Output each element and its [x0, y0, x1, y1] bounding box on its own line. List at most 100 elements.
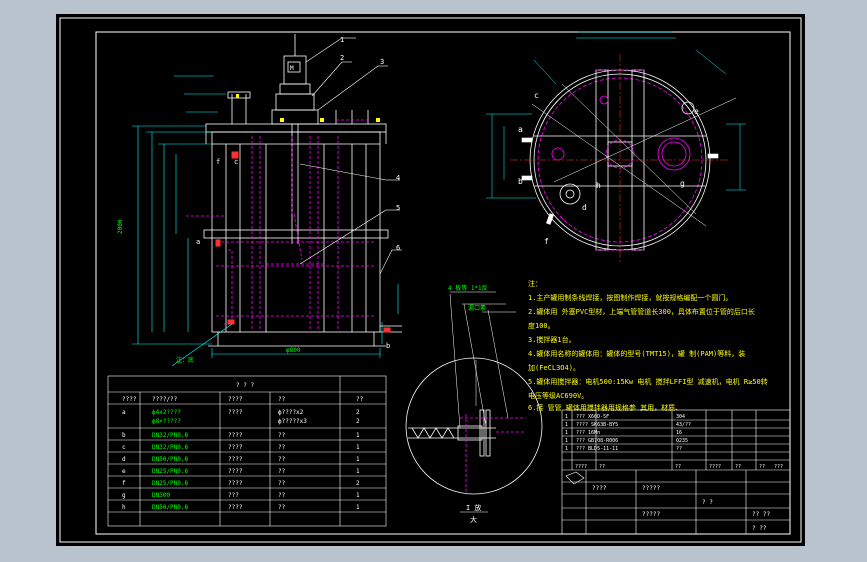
- nozzle-table-cell: c: [122, 444, 126, 451]
- nozzle-table-cell: DN50/PN0.6: [152, 456, 189, 463]
- parts-list-cell: ??? GB708-R006: [576, 438, 618, 444]
- nozzle-table-header: ????/??: [152, 396, 178, 403]
- nozzle-table-text: ? ? ????? ????/???????? ?? a ф4x2???? ф8×????…: [122, 382, 364, 511]
- elevation-dimensions: [132, 75, 399, 367]
- detail-view: [405, 291, 543, 513]
- title-block-text: ???? ????? ? ? ????? ?? ?? ? ??: [592, 485, 770, 532]
- nozzle-table-cell: 1: [356, 468, 360, 475]
- notes-line-7: 5.罐体用搅拌器：电机500:15Kw 电机 搅拌LFFI型 减速机，电机 R≥…: [528, 377, 768, 386]
- parts-list-cell: ???? SK63B-BY5: [576, 422, 618, 428]
- parts-list-footer: ???: [774, 464, 783, 470]
- nozzle-table-cell: DN32/PN0.6: [152, 432, 189, 439]
- top-label-e: e: [694, 107, 699, 116]
- nozzle-table-header: ??: [356, 396, 364, 403]
- nozzle-table-cell: ????: [228, 432, 243, 439]
- nozzle-table-cell: g: [122, 492, 126, 499]
- detail-subtitle: 大: [470, 515, 477, 524]
- nozzle-a-label: a: [196, 238, 200, 246]
- nozzle-table-cell: ????: [228, 468, 243, 475]
- parts-list-cell: 1: [565, 430, 568, 436]
- detail-header-1: 4 板等 1*1反: [448, 284, 488, 292]
- nozzle-table-cell: DN25/PN0.6: [152, 480, 189, 487]
- nozzle-table-cell: b: [122, 432, 126, 439]
- top-view: [510, 54, 737, 264]
- nozzle-table-cell: ??: [278, 432, 286, 439]
- nozzle-table-cell: e: [122, 468, 126, 475]
- notes-line-4: 3.搅拌器1台。: [528, 335, 576, 344]
- parts-list-footer: ??: [735, 464, 741, 470]
- item-4-label: 4: [396, 174, 400, 182]
- nozzle-table-cell: ф8×?????: [152, 418, 181, 425]
- nozzle-table-cell: ??: [278, 468, 286, 475]
- nozzle-table-cell: DN50/PN0.6: [152, 504, 189, 511]
- notes-line-9: 6.接 管管 罐体用搅拌器用规格参 其用，材质、: [528, 403, 682, 412]
- parts-list-cell: 1: [565, 438, 568, 444]
- item-2-label: 2: [340, 54, 344, 62]
- dim-label-foot: 注：底: [176, 356, 194, 364]
- item-1-label: 1: [340, 36, 344, 44]
- top-label-h: h: [596, 181, 601, 190]
- nozzle-table-cell: ??: [278, 444, 286, 451]
- title-cell-5: ?? ??: [752, 511, 770, 518]
- inner-frame: [95, 31, 791, 535]
- top-label-c: c: [534, 91, 539, 100]
- parts-list-footer: ????: [709, 464, 721, 470]
- notes-line-8: 电压等级AC690V。: [528, 391, 588, 400]
- nozzle-table-cell: f: [122, 480, 126, 487]
- nozzle-table-cell: 2: [356, 480, 360, 487]
- nozzle-table-cell: a: [122, 409, 126, 416]
- nozzle-table: [107, 375, 387, 527]
- parts-list-cell: 304: [676, 414, 685, 420]
- dim-label-height: 2000: [117, 219, 124, 234]
- item-3-label: 3: [380, 58, 384, 66]
- nozzle-table-cell: ????: [228, 480, 243, 487]
- elevation-leaders: [299, 37, 402, 275]
- yellow-markers: [236, 94, 380, 122]
- nozzle-table-cell: h: [122, 504, 126, 511]
- nozzle-table-cell: DN25/PN0.6: [152, 468, 189, 475]
- nozzle-table-cell: DN32/PN0.6: [152, 444, 189, 451]
- title-cell-4: ?????: [642, 511, 660, 518]
- nozzle-table-cell: ф4x2????: [152, 409, 181, 416]
- notes-line-6: 加(FeCL3O4)。: [528, 363, 580, 372]
- nozzle-table-header: ??: [278, 396, 286, 403]
- nozzle-table-cell: ??: [278, 456, 286, 463]
- elevation-hidden-lines: [186, 119, 376, 330]
- dim-label-width: φ800: [286, 347, 301, 354]
- top-label-f: f: [544, 237, 549, 246]
- parts-list-text: 1 ??? X60D-5F 304 1 ???? SK63B-BY5 43/?? 1 ??? …: [565, 414, 783, 470]
- nozzle-table-header: ????: [122, 396, 137, 403]
- detail-title: I 放: [466, 503, 481, 512]
- parts-list-footer: ????: [575, 464, 587, 470]
- title-cell-2: ?????: [642, 485, 660, 492]
- nozzle-table-cell: ??: [278, 480, 286, 487]
- nozzle-table-cell: ????: [228, 504, 243, 511]
- nozzle-table-title: ? ? ?: [236, 382, 254, 389]
- top-label-b: b: [518, 177, 523, 186]
- nozzle-table-cell: DN300: [152, 492, 170, 499]
- parts-list-cell: 16: [676, 430, 682, 436]
- top-label-g: g: [680, 179, 685, 188]
- technical-notes: 注： 1.主产罐用制条线焊接，按图制作焊接，就按规格编配一个圆门。 2.罐体用 …: [528, 279, 768, 412]
- nozzle-table-cell: 2: [356, 418, 360, 425]
- parts-list-cell: ??: [676, 446, 682, 452]
- nozzle-table-cell: ??: [278, 504, 286, 511]
- nozzle-table-cell: ????: [228, 444, 243, 451]
- notes-line-3: 度100。: [528, 321, 555, 330]
- nozzle-table-cell: 1: [356, 492, 360, 499]
- parts-list-cell: ??? X60D-5F: [576, 414, 609, 420]
- nozzle-table-cell: ф????x2: [278, 409, 304, 416]
- nozzle-table-header: ????: [228, 396, 243, 403]
- parts-list-cell: 43/??: [676, 422, 691, 428]
- top-label-a: a: [518, 125, 523, 134]
- notes-line-5: 4.罐体用名称的罐体用：罐体的型号(TMT15)，罐 制(PAM)等料，装: [528, 349, 745, 358]
- nozzle-table-cell: ??: [278, 492, 286, 499]
- title-cell-1: ????: [592, 485, 607, 492]
- cad-drawing: M 2000 φ800 注：底 1 2 3 4 5 6 a b c f a b …: [59, 17, 802, 543]
- title-cell-3: ? ?: [702, 499, 713, 506]
- notes-line-1: 1.主产罐用制条线焊接，按图制作焊接，就按规格编配一个圆门。: [528, 293, 732, 302]
- nozzle-table-cell: 1: [356, 456, 360, 463]
- parts-list-footer: ??: [675, 464, 681, 470]
- nozzle-f-label: f: [216, 158, 220, 166]
- parts-list-cell: ??? BLD5-11-11: [576, 446, 618, 452]
